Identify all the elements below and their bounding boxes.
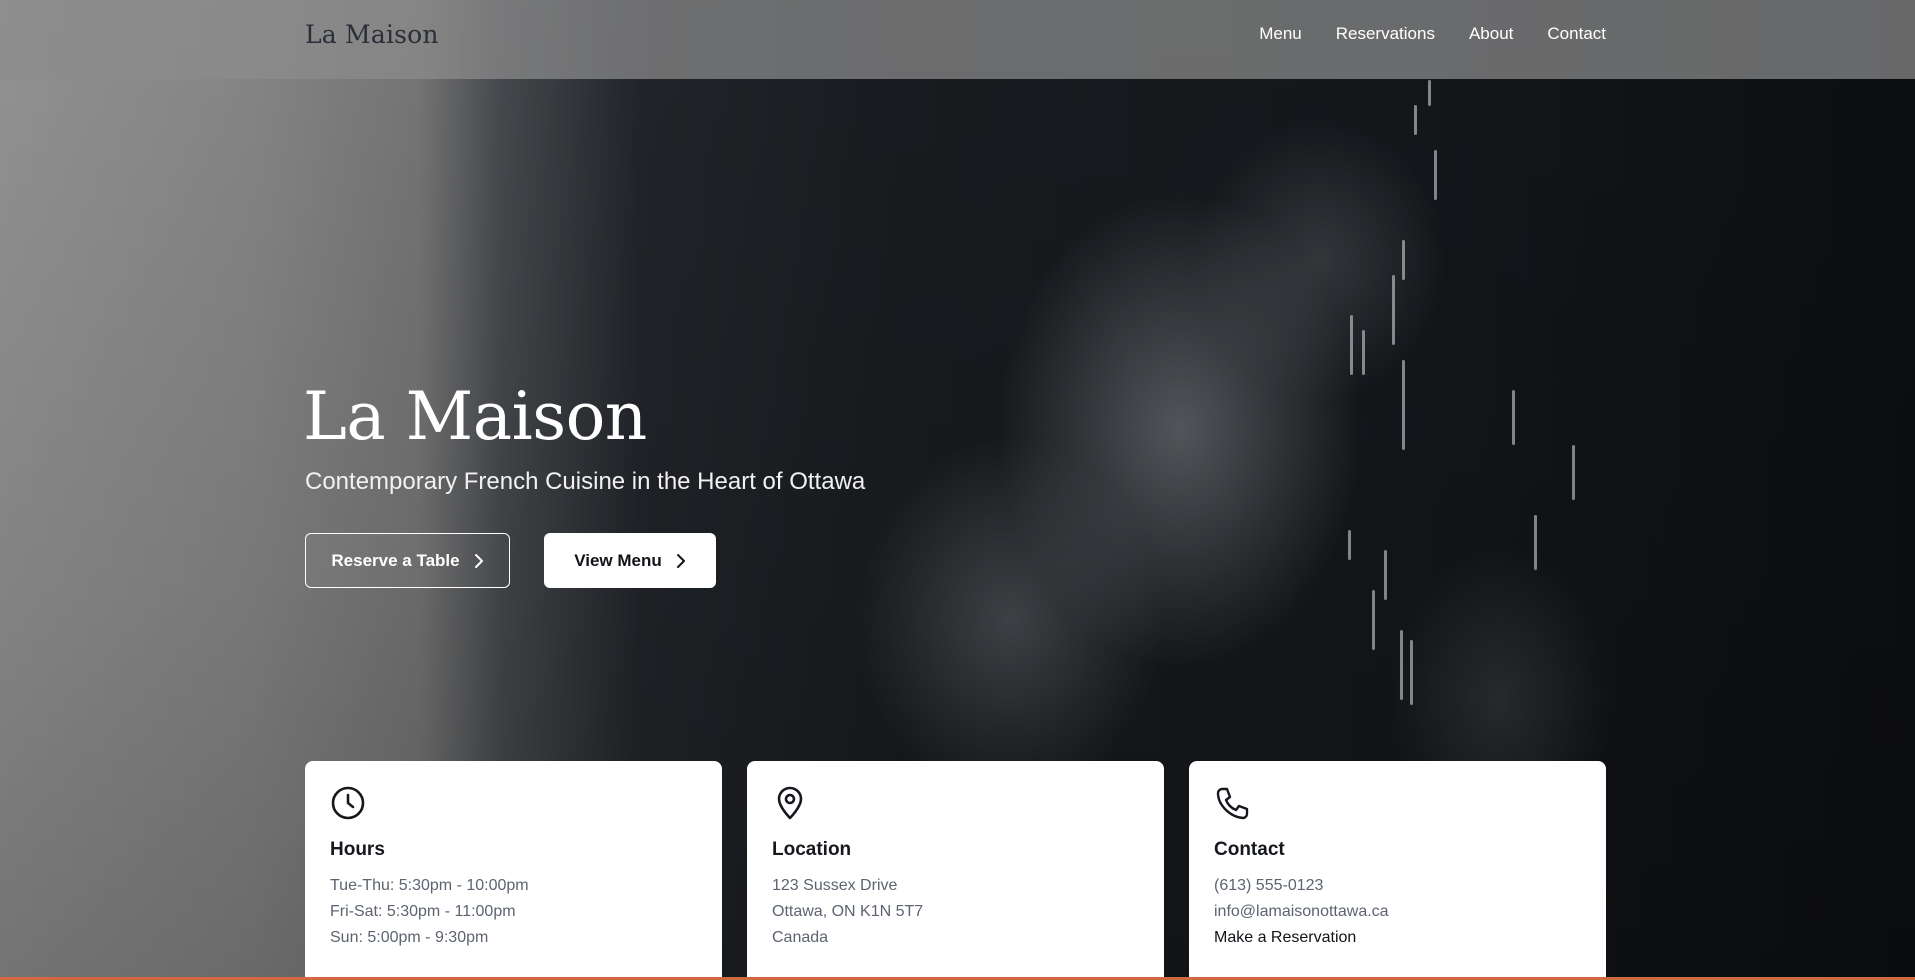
hero-subtitle: Contemporary French Cuisine in the Heart… [305,468,866,495]
address-line: 123 Sussex Drive [772,877,898,894]
make-reservation-link[interactable]: Make a Reservation [1214,929,1356,946]
info-cards: Hours Tue-Thu: 5:30pm - 10:00pm Fri-Sat:… [305,761,1606,980]
location-card: Location 123 Sussex Drive Ottawa, ON K1N… [747,761,1164,980]
nav-link-about[interactable]: About [1469,24,1513,44]
chevron-right-icon [676,553,685,568]
hours-title: Hours [330,839,385,860]
nav-link-menu[interactable]: Menu [1259,24,1302,44]
brand-logo[interactable]: La Maison [305,20,439,49]
location-title: Location [772,839,852,860]
top-navbar: La Maison Menu Reservations About Contac… [0,0,1915,79]
view-menu-button[interactable]: View Menu [544,533,716,588]
clock-icon [331,786,365,820]
contact-card: Contact (613) 555-0123 info@lamaisonotta… [1189,761,1606,980]
email-address[interactable]: info@lamaisonottawa.ca [1214,899,1581,925]
reserve-table-button-label: Reserve a Table [331,550,460,570]
chevron-right-icon [474,553,483,568]
phone-number[interactable]: (613) 555-0123 [1214,873,1581,899]
hero-title: La Maison [303,378,647,455]
hours-line: Fri-Sat: 5:30pm - 11:00pm [330,903,516,920]
hours-line: Sun: 5:00pm - 9:30pm [330,929,489,946]
nav-link-contact[interactable]: Contact [1547,24,1606,44]
contact-title: Contact [1214,839,1285,860]
nav-link-reservations[interactable]: Reservations [1336,24,1435,44]
address-line: Ottawa, ON K1N 5T7 [772,903,924,920]
reserve-table-button[interactable]: Reserve a Table [305,533,510,588]
nav-links: Menu Reservations About Contact [1259,24,1606,44]
hours-line: Tue-Thu: 5:30pm - 10:00pm [330,877,529,894]
hours-card: Hours Tue-Thu: 5:30pm - 10:00pm Fri-Sat:… [305,761,722,980]
view-menu-button-label: View Menu [574,550,662,570]
phone-icon [1216,787,1249,820]
address-line: Canada [772,929,829,946]
map-pin-icon [777,786,803,820]
